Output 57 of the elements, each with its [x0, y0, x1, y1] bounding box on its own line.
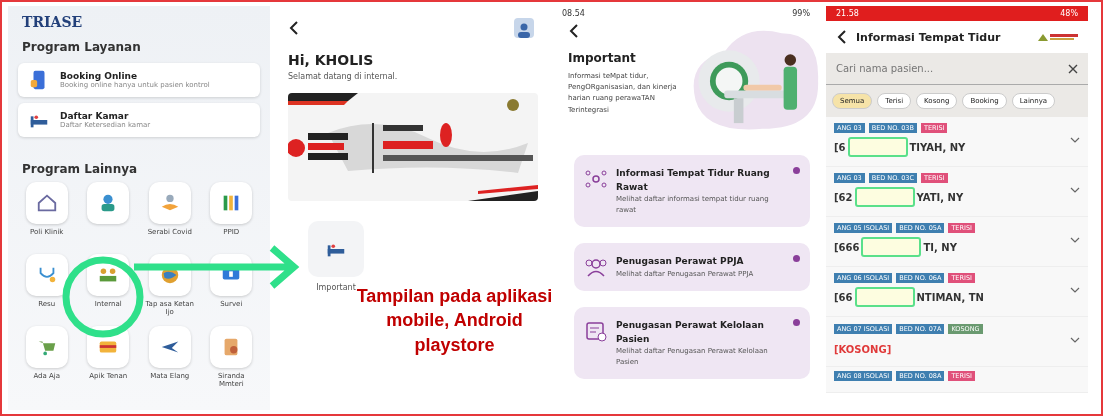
patient-name: YATI, NY	[916, 191, 964, 203]
profile-avatar[interactable]	[514, 18, 534, 38]
chevron-down-icon[interactable]	[1070, 137, 1080, 143]
app-tile[interactable]	[148, 326, 191, 368]
chevron-down-icon[interactable]	[1070, 287, 1080, 293]
empty-bed-label: [KOSONG]	[834, 343, 892, 355]
status-dot	[793, 167, 800, 174]
page-title: Informasi Tempat Tidur	[856, 30, 1001, 44]
chevron-down-icon[interactable]	[1070, 187, 1080, 193]
speech-bubble	[847, 137, 908, 157]
card-title: Penugasan Perawat Kelolaan Pasien	[616, 319, 765, 346]
chevron-down-icon[interactable]	[1070, 237, 1080, 243]
status-dot	[793, 319, 800, 326]
speech-bubble	[854, 187, 915, 207]
menu-label: Important	[316, 283, 356, 292]
close-icon[interactable]	[1068, 63, 1078, 74]
chevron-down-icon[interactable]	[1070, 337, 1080, 343]
menu-tile[interactable]	[308, 221, 364, 277]
status-time: 21.58	[836, 9, 859, 18]
status-time: 08.54	[562, 9, 585, 18]
search-field[interactable]: Cari nama pasien...	[836, 63, 1016, 74]
app-tile[interactable]	[210, 326, 253, 368]
app-tile[interactable]	[148, 182, 191, 224]
app-tile[interactable]	[87, 182, 130, 224]
patient-name: NTIMAN, TN	[916, 291, 984, 303]
house-icon	[35, 192, 58, 214]
speech-bubble	[861, 237, 922, 257]
status-dot	[793, 255, 800, 262]
patient-name: TI, NY	[923, 241, 957, 253]
back-icon[interactable]	[288, 20, 300, 36]
list-icon	[584, 319, 608, 343]
welcome-text: Selamat datang di internal.	[288, 72, 399, 81]
back-icon[interactable]	[568, 23, 580, 39]
patient-name: [6	[834, 141, 846, 153]
app-tile[interactable]	[25, 182, 68, 224]
speech-bubble	[854, 287, 915, 307]
app-logo: TRIASE	[22, 14, 84, 30]
service-title: Daftar Kamar	[60, 111, 130, 121]
patient-name: TIYAH, NY	[909, 141, 966, 153]
greeting: Hi, KHOLIS	[288, 52, 375, 68]
patient-name: [666	[834, 241, 860, 253]
section-title: Program Layanan	[22, 40, 142, 54]
app-tile[interactable]	[25, 326, 68, 368]
page-title: Important	[568, 51, 637, 65]
patient-name: [62	[834, 191, 853, 203]
service-title: Booking Online	[60, 71, 139, 81]
patient-name: [66	[834, 291, 853, 303]
network-icon	[584, 167, 608, 191]
battery-level: 48%	[1060, 9, 1078, 18]
app-tile[interactable]	[25, 254, 68, 296]
battery-level: 99%	[792, 9, 810, 18]
app-tile[interactable]	[210, 182, 253, 224]
card-title: Penugasan Perawat PPJA	[616, 255, 745, 268]
back-icon[interactable]	[836, 29, 848, 45]
card-title: Informasi Tempat Tidur Ruang Rawat	[616, 167, 771, 194]
hospital-logo-icon	[1038, 33, 1078, 41]
section-title: Program Lainnya	[22, 162, 139, 176]
